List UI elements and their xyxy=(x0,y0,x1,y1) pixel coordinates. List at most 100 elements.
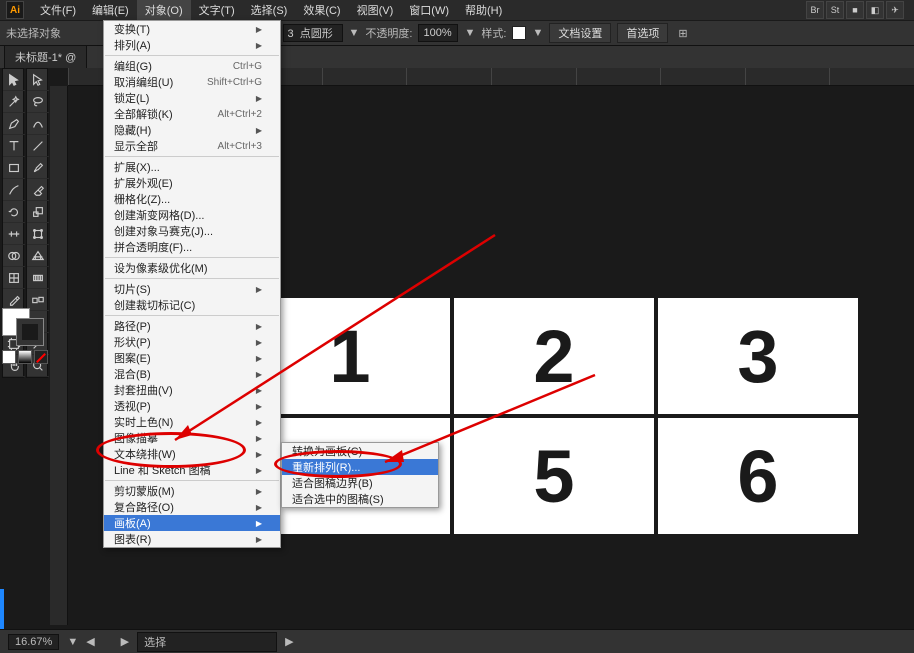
menu-item[interactable]: 设为像素级优化(M) xyxy=(104,260,280,276)
menu-item[interactable]: 变换(T) xyxy=(104,21,280,37)
menu-item[interactable]: 形状(P) xyxy=(104,334,280,350)
menu-item[interactable]: 适合图稿边界(B) xyxy=(282,475,438,491)
menu-item[interactable]: 路径(P) xyxy=(104,318,280,334)
opacity-arrow-icon[interactable]: ▼ xyxy=(464,27,475,39)
menu-item[interactable]: 图像描摹 xyxy=(104,430,280,446)
menu-select[interactable]: 选择(S) xyxy=(243,0,296,20)
menu-item[interactable]: 剪切蒙版(M) xyxy=(104,483,280,499)
direct-select-tool[interactable] xyxy=(27,69,49,91)
gradient-button[interactable] xyxy=(18,350,32,364)
menu-item[interactable]: 封套扭曲(V) xyxy=(104,382,280,398)
menu-edit[interactable]: 编辑(E) xyxy=(84,0,137,20)
pencil-tool[interactable] xyxy=(3,179,25,201)
menu-item[interactable]: 隐藏(H) xyxy=(104,122,280,138)
menu-item[interactable]: 切片(S) xyxy=(104,281,280,297)
menu-type[interactable]: 文字(T) xyxy=(191,0,243,20)
zoom-level[interactable]: 16.67% xyxy=(8,634,59,650)
rect-tool[interactable] xyxy=(3,157,25,179)
menu-item[interactable]: 取消编组(U)Shift+Ctrl+G xyxy=(104,74,280,90)
menu-item[interactable]: 拼合透明度(F)... xyxy=(104,239,280,255)
menu-effect[interactable]: 效果(C) xyxy=(295,0,348,20)
menu-file[interactable]: 文件(F) xyxy=(32,0,84,20)
lasso-tool[interactable] xyxy=(27,91,49,113)
menu-item[interactable]: 排列(A) xyxy=(104,37,280,53)
gradient-tool[interactable] xyxy=(27,267,49,289)
fill-stroke-indicator[interactable] xyxy=(2,308,48,348)
menu-item[interactable]: 编组(G)Ctrl+G xyxy=(104,58,280,74)
arrange-icon[interactable]: ■ xyxy=(846,1,864,19)
free-transform-tool[interactable] xyxy=(27,223,49,245)
menu-item[interactable]: 转换为画板(C) xyxy=(282,443,438,459)
bridge-icon[interactable]: Br xyxy=(806,1,824,19)
mesh-tool[interactable] xyxy=(3,267,25,289)
menu-item[interactable]: 创建裁切标记(C) xyxy=(104,297,280,313)
menu-item[interactable]: Line 和 Sketch 图稿 xyxy=(104,462,280,478)
magic-wand-tool[interactable] xyxy=(3,91,25,113)
menu-item[interactable]: 混合(B) xyxy=(104,366,280,382)
brush-tool[interactable] xyxy=(27,157,49,179)
width-tool[interactable] xyxy=(3,223,25,245)
layout-icon[interactable]: ◧ xyxy=(866,1,884,19)
menu-window[interactable]: 窗口(W) xyxy=(401,0,457,20)
zoom-arrow-icon[interactable]: ▼ xyxy=(67,636,78,648)
shape-builder-tool[interactable] xyxy=(3,245,25,267)
style-arrow-icon[interactable]: ▼ xyxy=(532,27,543,39)
menu-item[interactable]: 全部解锁(K)Alt+Ctrl+2 xyxy=(104,106,280,122)
menu-item[interactable]: 文本绕排(W) xyxy=(104,446,280,462)
color-button[interactable] xyxy=(2,350,16,364)
perspective-tool[interactable] xyxy=(27,245,49,267)
menu-item[interactable]: 重新排列(R)... xyxy=(282,459,438,475)
object-menu-dropdown: 变换(T)排列(A) 编组(G)Ctrl+G取消编组(U)Shift+Ctrl+G… xyxy=(103,20,281,548)
ruler-vertical xyxy=(50,86,68,625)
menu-item[interactable]: 创建对象马赛克(J)... xyxy=(104,223,280,239)
nav-right-icon[interactable]: ▶ xyxy=(121,635,129,648)
pen-tool[interactable] xyxy=(3,113,25,135)
none-button[interactable] xyxy=(34,350,48,364)
menu-item[interactable]: 扩展外观(E) xyxy=(104,175,280,191)
menu-help[interactable]: 帮助(H) xyxy=(457,0,510,20)
stroke-square[interactable] xyxy=(16,318,44,346)
style-label: 样式: xyxy=(481,25,506,41)
eraser-tool[interactable] xyxy=(27,179,49,201)
menu-item[interactable]: 图表(R) xyxy=(104,531,280,547)
prefs-button[interactable]: 首选项 xyxy=(617,23,668,43)
menu-item[interactable]: 实时上色(N) xyxy=(104,414,280,430)
artboard-submenu: 转换为画板(C)重新排列(R)...适合图稿边界(B)适合选中的图稿(S) xyxy=(281,442,439,508)
selection-status: 未选择对象 xyxy=(6,25,61,41)
menu-view[interactable]: 视图(V) xyxy=(349,0,402,20)
menu-item[interactable]: 显示全部Alt+Ctrl+3 xyxy=(104,138,280,154)
status-bar: 16.67% ▼ ◀ ▶ 选择 ▶ xyxy=(0,629,914,653)
line-tool[interactable] xyxy=(27,135,49,157)
hint-arrow-icon[interactable]: ▶ xyxy=(285,635,293,648)
selection-tool[interactable] xyxy=(3,69,25,91)
plane-icon[interactable]: ✈ xyxy=(886,1,904,19)
menu-item[interactable]: 画板(A) xyxy=(104,515,280,531)
artboard-2[interactable]: 2 xyxy=(454,298,654,414)
scale-tool[interactable] xyxy=(27,201,49,223)
curvature-tool[interactable] xyxy=(27,113,49,135)
menu-item[interactable]: 锁定(L) xyxy=(104,90,280,106)
menu-object[interactable]: 对象(O) xyxy=(137,0,191,20)
menu-item[interactable]: 栅格化(Z)... xyxy=(104,191,280,207)
nav-left-icon[interactable]: ◀ xyxy=(86,635,94,648)
artboard-6[interactable]: 6 xyxy=(658,418,858,534)
menu-item[interactable]: 扩展(X)... xyxy=(104,159,280,175)
doc-setup-button[interactable]: 文档设置 xyxy=(549,23,611,43)
stock-icon[interactable]: St xyxy=(826,1,844,19)
rotate-tool[interactable] xyxy=(3,201,25,223)
menu-item[interactable]: 适合选中的图稿(S) xyxy=(282,491,438,507)
menu-item[interactable]: 复合路径(O) xyxy=(104,499,280,515)
artboard-5[interactable]: 5 xyxy=(454,418,654,534)
brush-arrow-icon[interactable]: ▼ xyxy=(349,27,360,39)
brush-input[interactable] xyxy=(283,24,343,42)
doc-tab[interactable]: 未标题-1* @ xyxy=(4,45,87,68)
menu-item[interactable]: 图案(E) xyxy=(104,350,280,366)
artboard-3[interactable]: 3 xyxy=(658,298,858,414)
menu-item[interactable]: 透视(P) xyxy=(104,398,280,414)
type-tool[interactable] xyxy=(3,135,25,157)
opacity-input[interactable] xyxy=(418,24,458,42)
style-swatch[interactable] xyxy=(512,26,526,40)
tool-hint[interactable]: 选择 xyxy=(137,632,277,652)
menu-item[interactable]: 创建渐变网格(D)... xyxy=(104,207,280,223)
align-icon[interactable]: ⊞ xyxy=(678,27,687,40)
